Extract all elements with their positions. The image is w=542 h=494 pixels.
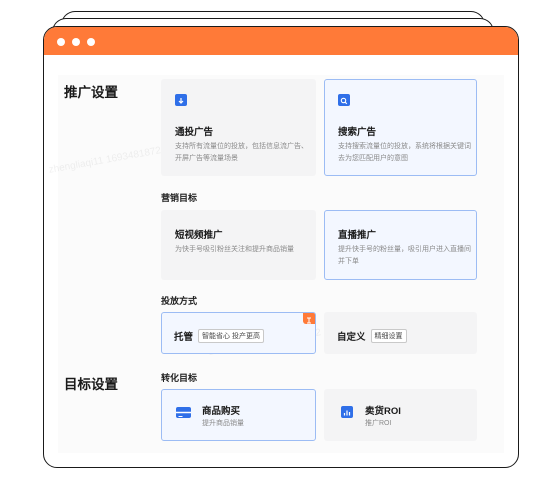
card-sales-roi[interactable]: 卖货ROI 推广ROI	[324, 389, 477, 441]
card-general-ad[interactable]: 通投广告 支持所有流量位的投放，包括信息流广告、开屏广告等流量场景	[161, 79, 316, 176]
content-area: zhengliaqi11 1693481872 zhengliaqi11 169…	[44, 55, 518, 467]
tag-badge: 智能省心 投产更高	[198, 328, 264, 343]
card-title: 直播推广	[338, 230, 377, 241]
section-title-goal: 目标设置	[64, 377, 118, 392]
card-title: 卖货ROI	[365, 406, 401, 417]
card-product-purchase[interactable]: 商品购买 提升商品销量	[161, 389, 316, 441]
card-desc: 为快手号吸引粉丝关注和提升商品销量	[175, 246, 294, 253]
card-hosted[interactable]: 托管 智能省心 投产更高	[161, 312, 316, 354]
card-title: 商品购买	[202, 406, 241, 417]
card-title: 搜索广告	[338, 127, 377, 138]
card-title: 短视频推广	[175, 230, 223, 241]
app-window: zhengliaqi11 1693481872 zhengliaqi11 169…	[43, 26, 519, 468]
recommend-badge-icon	[303, 313, 315, 324]
credit-card-icon	[176, 407, 191, 418]
search-icon	[338, 94, 350, 106]
window-dot-icon[interactable]	[87, 38, 95, 46]
bar-chart-icon	[341, 406, 353, 418]
card-custom[interactable]: 自定义 精细设置	[324, 312, 477, 354]
card-title: 通投广告	[175, 127, 214, 138]
watermark: zhengliaqi11 1693481872	[47, 145, 162, 176]
settings-panel: zhengliaqi11 1693481872 zhengliaqi11 169…	[48, 75, 504, 453]
title-bar	[44, 27, 518, 55]
card-desc: 提升快手号的粉丝量，吸引用户进入直播间并下单	[338, 246, 471, 265]
window-dot-icon[interactable]	[57, 38, 65, 46]
tag-badge: 精细设置	[370, 328, 407, 343]
custom-row: 自定义 精细设置	[337, 327, 407, 345]
card-search-ad[interactable]: 搜索广告 支持搜索流量位的投放，系统将根据关键词去为您匹配用户的意图	[324, 79, 477, 176]
section-title-promo: 推广设置	[64, 85, 118, 100]
window-dot-icon[interactable]	[72, 38, 80, 46]
hosted-row: 托管 智能省心 投产更高	[174, 327, 264, 345]
download-icon	[175, 94, 187, 106]
card-desc: 提升商品销量	[202, 420, 244, 427]
label-delivery-method: 投放方式	[161, 296, 198, 306]
card-short-video[interactable]: 短视频推广 为快手号吸引粉丝关注和提升商品销量	[161, 210, 316, 280]
card-title: 自定义	[337, 331, 366, 343]
card-live-stream[interactable]: 直播推广 提升快手号的粉丝量，吸引用户进入直播间并下单	[324, 210, 477, 280]
card-title: 托管	[174, 331, 194, 343]
card-desc: 支持所有流量位的投放，包括信息流广告、开屏广告等流量场景	[175, 143, 308, 162]
label-conversion-goal: 转化目标	[161, 373, 198, 383]
label-marketing-goal: 营销目标	[161, 193, 198, 203]
card-desc: 推广ROI	[365, 420, 392, 427]
card-desc: 支持搜索流量位的投放，系统将根据关键词去为您匹配用户的意图	[338, 143, 471, 162]
